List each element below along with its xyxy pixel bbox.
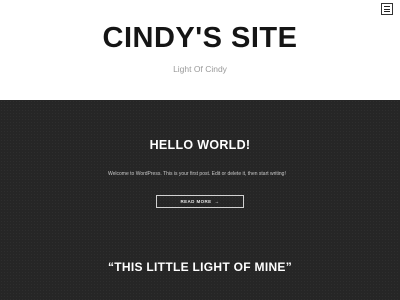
site-tagline: Light Of Cindy (173, 64, 227, 74)
menu-icon (384, 8, 390, 10)
menu-toggle-button[interactable] (381, 3, 393, 15)
post-title[interactable]: “THIS LITTLE LIGHT OF MINE” (0, 260, 400, 274)
menu-icon (384, 11, 390, 12)
read-more-button[interactable]: READ MORE → (156, 195, 244, 208)
site-header: CINDY'S SITE Light Of Cindy (0, 0, 400, 100)
post-title[interactable]: HELLO WORLD! (0, 138, 400, 152)
menu-icon (384, 6, 390, 7)
posts-section: HELLO WORLD! Welcome to WordPress. This … (0, 100, 400, 300)
read-more-label: READ MORE (180, 199, 212, 204)
arrow-right-icon: → (214, 199, 220, 204)
post-excerpt: Welcome to WordPress. This is your first… (108, 171, 286, 177)
site-title[interactable]: CINDY'S SITE (0, 22, 400, 55)
